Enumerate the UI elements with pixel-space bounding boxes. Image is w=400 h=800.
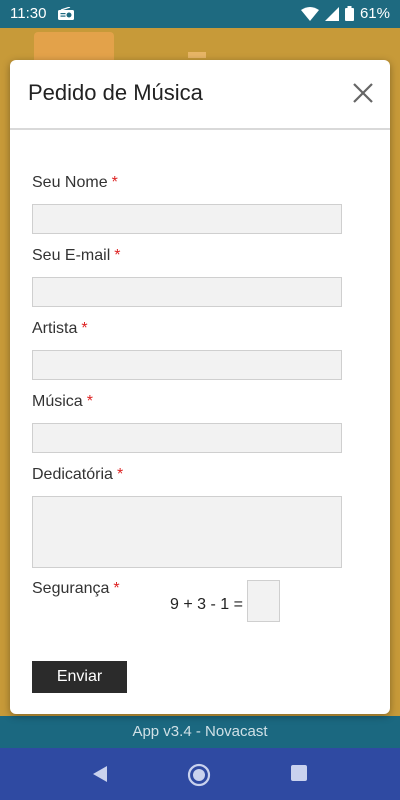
home-icon[interactable] xyxy=(186,762,212,788)
signal-icon xyxy=(324,6,339,21)
close-icon[interactable] xyxy=(350,80,376,106)
battery-icon xyxy=(344,6,354,21)
app-footer: App v3.4 - Novacast xyxy=(0,716,400,748)
battery-percent: 61% xyxy=(359,5,390,22)
status-icons: 61% xyxy=(300,5,390,22)
modal-title: Pedido de Música xyxy=(28,80,203,105)
status-time: 11:30 xyxy=(10,5,47,22)
security-label: Segurança * xyxy=(32,580,120,597)
email-label: Seu E-mail * xyxy=(32,247,121,264)
navigation-bar xyxy=(0,748,400,800)
captcha-answer-field[interactable] xyxy=(247,580,280,622)
captcha-equation: 9 + 3 - 1 = xyxy=(170,596,243,613)
song-request-modal: Pedido de Música Seu Nome * Seu E-mail * A… xyxy=(10,60,390,714)
radio-icon xyxy=(58,7,74,20)
required-mark: * xyxy=(81,320,88,337)
artist-label: Artista * xyxy=(32,320,88,337)
song-field[interactable] xyxy=(32,423,342,453)
status-bar: 11:30 61% xyxy=(0,0,400,28)
app-header-accent xyxy=(188,52,206,58)
required-mark: * xyxy=(113,580,120,597)
required-mark: * xyxy=(111,174,118,191)
name-field[interactable] xyxy=(32,204,342,234)
modal-header: Pedido de Música xyxy=(10,60,390,130)
song-label: Música * xyxy=(32,393,93,410)
required-mark: * xyxy=(116,466,124,483)
dedication-field[interactable] xyxy=(32,496,342,568)
name-label: Seu Nome * xyxy=(32,174,118,191)
email-field[interactable] xyxy=(32,277,342,307)
artist-field[interactable] xyxy=(32,350,342,380)
dedication-label: Dedicatória * xyxy=(32,466,124,483)
back-icon[interactable] xyxy=(88,762,112,786)
required-mark: * xyxy=(114,247,121,264)
required-mark: * xyxy=(86,393,93,410)
wifi-icon xyxy=(300,6,319,21)
submit-button[interactable]: Enviar xyxy=(32,661,127,693)
recent-apps-icon[interactable] xyxy=(288,762,310,784)
